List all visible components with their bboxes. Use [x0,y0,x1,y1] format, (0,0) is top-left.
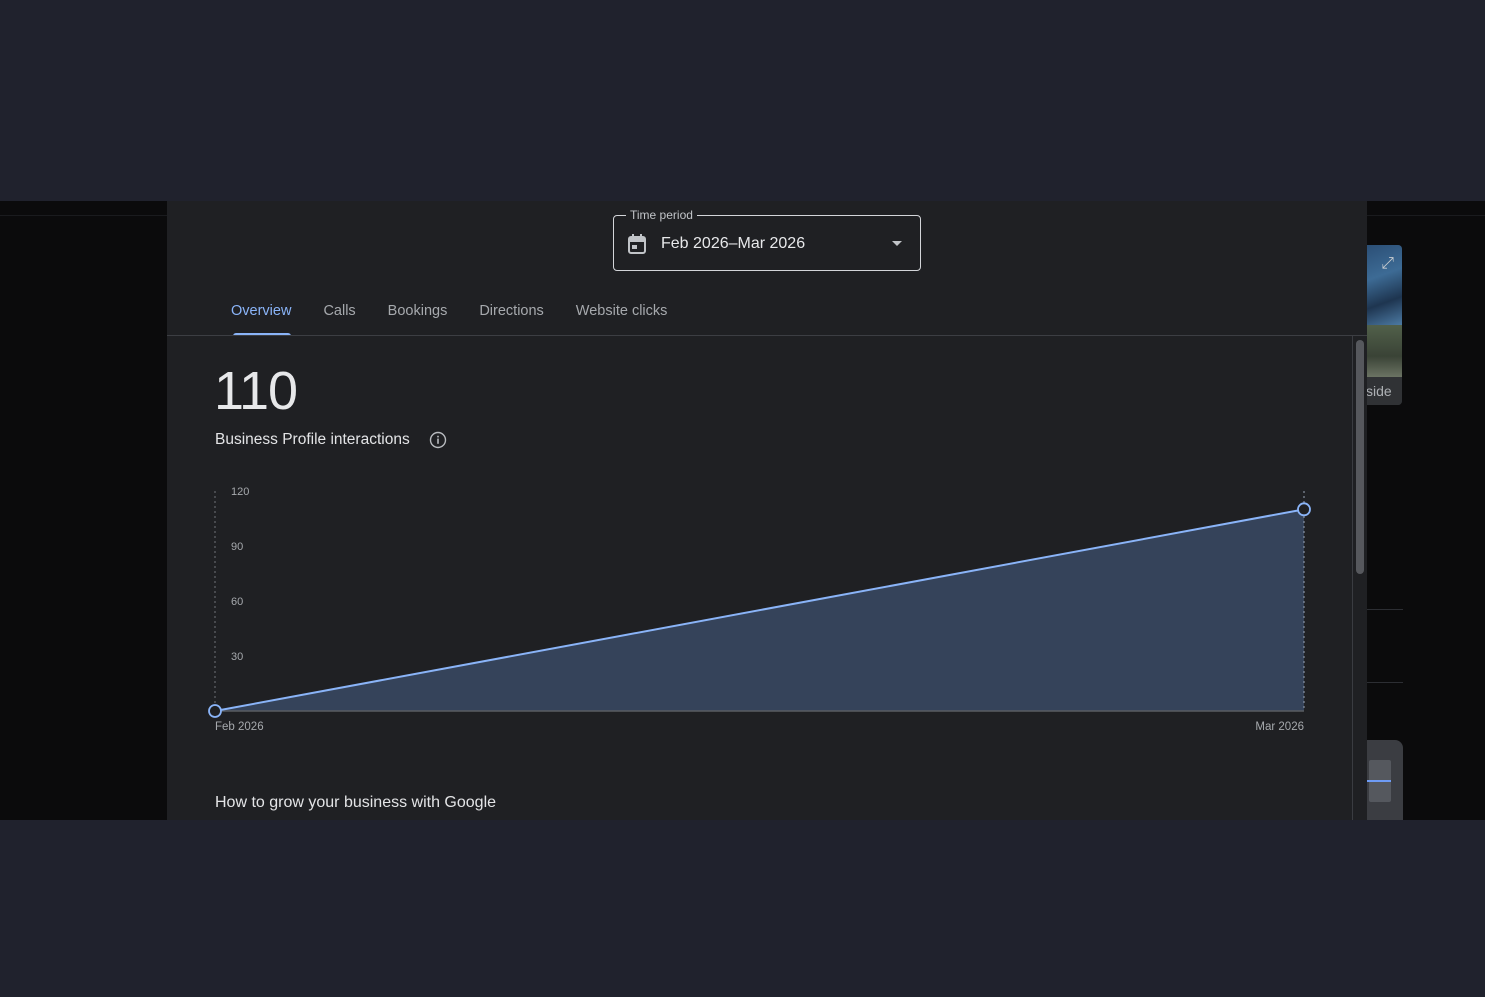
tab-calls[interactable]: Calls [307,293,371,336]
tab-overview[interactable]: Overview [215,293,307,336]
data-point[interactable] [208,704,222,718]
page-viewport: side ⤢ Time period Feb 2026–Mar 2026 Ove… [0,201,1485,820]
interactions-total: 110 [214,361,298,421]
tab-website-clicks[interactable]: Website clicks [560,293,684,336]
y-tick-label: 60 [231,596,243,608]
info-icon[interactable] [429,431,447,449]
background-divider [1367,682,1403,683]
time-period-select[interactable]: Time period Feb 2026–Mar 2026 [613,208,921,271]
background-card-accent [1367,780,1391,782]
caret-down-icon [892,241,902,246]
calendar-icon [628,234,646,254]
tab-directions[interactable]: Directions [463,293,559,336]
x-tick-label: Feb 2026 [215,721,264,733]
y-tick-label: 30 [231,651,243,663]
scrollbar-thumb[interactable] [1356,340,1364,574]
scrollbar[interactable] [1352,336,1367,820]
y-tick-label: 120 [231,486,249,498]
section-title: How to grow your business with Google [215,794,497,811]
expand-icon[interactable]: ⤢ [1381,255,1394,273]
performance-dialog: Time period Feb 2026–Mar 2026 Overview C… [167,201,1367,820]
x-tick-label: Mar 2026 [1255,721,1304,733]
interactions-area-chart: 30 60 90 120 Feb 2026 Mar 2026 [208,486,1311,733]
y-tick-label: 90 [231,541,243,553]
background-divider [1367,609,1403,610]
time-period-value: Feb 2026–Mar 2026 [661,235,806,252]
tab-bookings[interactable]: Bookings [372,293,464,336]
data-point[interactable] [1297,502,1311,517]
background-card[interactable] [1367,740,1403,820]
tab-bar: Overview Calls Bookings Directions Websi… [215,293,683,336]
time-period-label: Time period [626,208,697,222]
interactions-label: Business Profile interactions [215,431,410,448]
tab-divider [167,335,1367,336]
